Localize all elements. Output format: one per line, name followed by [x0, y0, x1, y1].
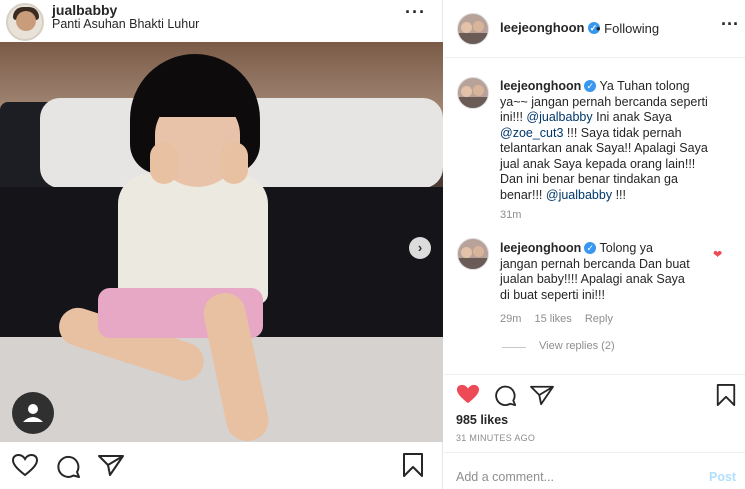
comment-body: leejeonghoon ✓ Ya Tuhan tolong ya~~ janga… — [500, 79, 735, 203]
comment-line: jualan baby!!!! Apalagi anak Saya — [500, 272, 685, 286]
post-button[interactable]: Post — [709, 470, 736, 484]
comment-line: Ya Tuhan tolong — [599, 79, 690, 93]
avatar[interactable] — [457, 238, 489, 270]
ellipsis-icon[interactable]: ··· — [405, 2, 426, 23]
comment-meta: 31m — [500, 209, 531, 221]
verified-badge-icon: ✓ — [584, 80, 597, 92]
comment-likes[interactable]: 15 likes — [534, 313, 571, 325]
comment-line: Tolong ya — [599, 241, 654, 255]
mention-link[interactable]: @zoe_cut3 — [500, 126, 563, 140]
comments-panel: leejeonghoon ✓ • Following ··· leejeongho… — [444, 0, 745, 489]
mention-link[interactable]: @jualbabby — [546, 188, 612, 202]
heart-icon[interactable] — [455, 383, 481, 405]
tagged-user-icon[interactable] — [12, 392, 54, 434]
divider — [444, 374, 745, 375]
avatar[interactable] — [457, 13, 489, 45]
comment-time: 29m — [500, 313, 522, 325]
chevron-right-icon[interactable]: › — [409, 237, 431, 259]
bookmark-icon[interactable] — [401, 452, 425, 478]
comment-line: ini!!! @jualbabby Ini anak Saya — [500, 110, 672, 124]
comment-line: ya~~ jangan pernah bercanda seperti — [500, 94, 708, 109]
post-username[interactable]: jualbabby — [52, 2, 117, 18]
comment-line: di buat seperti ini!!! — [500, 287, 605, 302]
post-location[interactable]: Panti Asuhan Bhakti Luhur — [52, 17, 199, 31]
follow-status[interactable]: • Following — [596, 21, 659, 36]
comment-line: jangan pernah bercanda Dan buat — [500, 256, 690, 271]
comment-input[interactable]: Add a comment... — [456, 470, 554, 484]
heart-icon[interactable] — [11, 453, 39, 477]
comment-body: leejeonghoon ✓ Tolong ya jangan pernah be… — [500, 241, 710, 303]
comment-meta: 29m 15 likes Reply — [500, 313, 623, 325]
comment-line: telantarkan anak Saya!! Apalagi Saya — [500, 141, 708, 155]
comment-username[interactable]: leejeonghoon — [500, 241, 581, 255]
post-media-panel: jualbabby Panti Asuhan Bhakti Luhur ··· … — [0, 0, 443, 489]
mention-link[interactable]: @jualbabby — [526, 110, 592, 124]
share-icon[interactable] — [97, 453, 125, 477]
comment-line: jual anak Saya kepada orang lain!!! — [500, 156, 696, 171]
comment-line: @zoe_cut3 !!! Saya tidak pernah — [500, 125, 682, 140]
comment-line: benar!!! @jualbabby !!! — [500, 187, 626, 202]
bookmark-icon[interactable] — [715, 383, 737, 407]
share-icon[interactable] — [529, 384, 555, 406]
post-photo — [0, 42, 443, 442]
comment-username[interactable]: leejeonghoon — [500, 79, 581, 93]
avatar[interactable] — [457, 77, 489, 109]
header-username[interactable]: leejeonghoon ✓ — [500, 20, 600, 35]
comment-time: 31m — [500, 209, 522, 221]
view-replies-button[interactable]: View replies (2) — [539, 340, 615, 352]
ellipsis-icon[interactable]: ··· — [721, 14, 739, 35]
likes-count[interactable]: 985 likes — [456, 413, 508, 427]
comment-icon[interactable] — [55, 453, 81, 479]
avatar[interactable] — [6, 3, 44, 41]
comment-heart-icon[interactable]: ❤ — [713, 248, 722, 261]
verified-badge-icon: ✓ — [584, 242, 597, 254]
divider — [502, 347, 526, 348]
divider — [444, 452, 745, 453]
reply-button[interactable]: Reply — [585, 313, 613, 325]
post-timestamp: 31 MINUTES AGO — [456, 433, 536, 443]
comments-header: leejeonghoon ✓ • Following ··· — [444, 0, 745, 58]
comment-icon[interactable] — [493, 383, 517, 407]
comment-line: Dan ini benar benar tindakan ga — [500, 172, 678, 186]
post-header: jualbabby Panti Asuhan Bhakti Luhur ··· — [0, 0, 443, 42]
post-actions — [0, 449, 443, 483]
